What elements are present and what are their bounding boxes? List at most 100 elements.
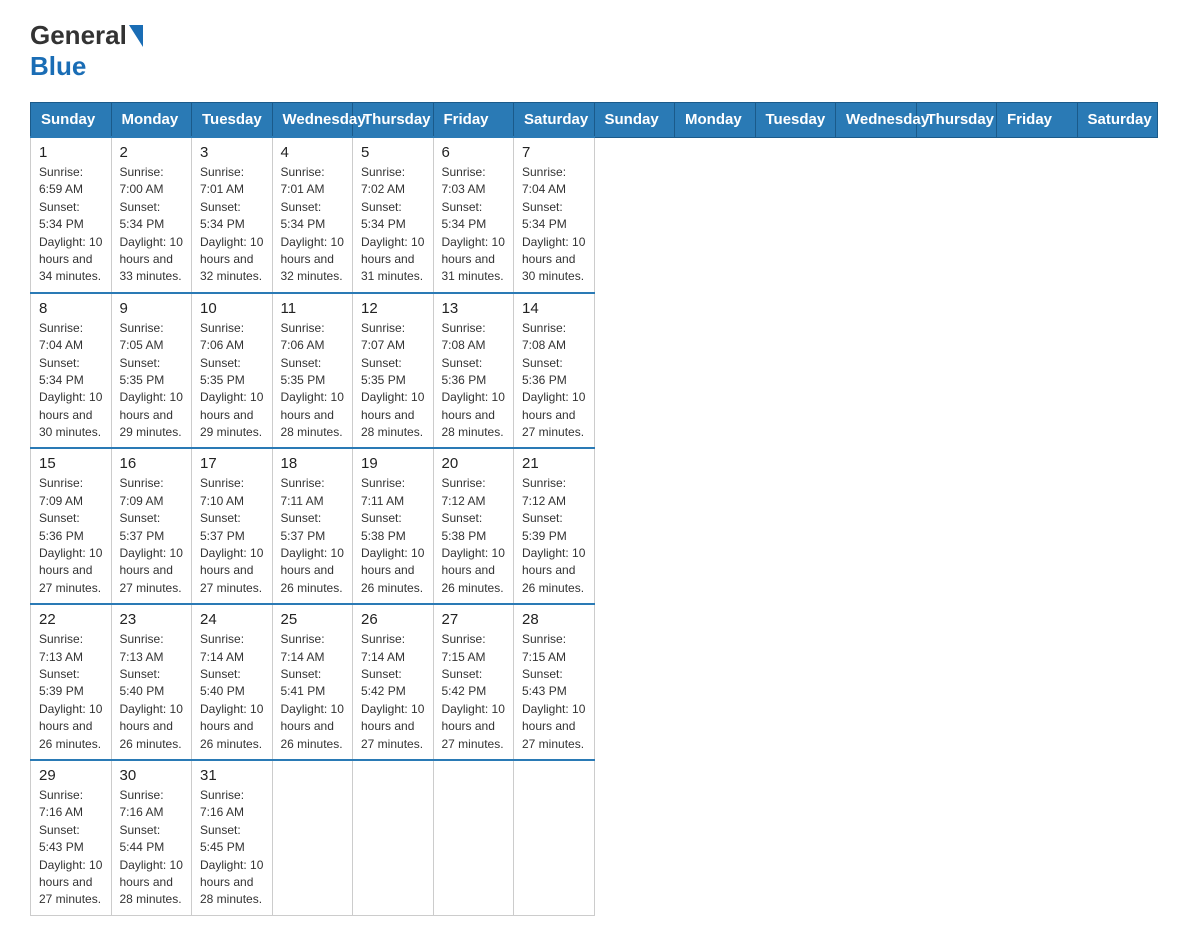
day-number: 28 <box>522 611 586 628</box>
day-number: 13 <box>442 300 506 317</box>
day-number: 15 <box>39 455 103 472</box>
calendar-cell <box>433 760 514 915</box>
header-thursday: Thursday <box>916 103 997 138</box>
calendar-cell: 4 Sunrise: 7:01 AMSunset: 5:34 PMDaylight… <box>272 137 353 293</box>
header-thursday: Thursday <box>353 103 434 138</box>
calendar-cell: 18 Sunrise: 7:11 AMSunset: 5:37 PMDayligh… <box>272 448 353 604</box>
day-number: 9 <box>120 300 184 317</box>
day-number: 23 <box>120 611 184 628</box>
calendar-cell: 17Sunrise: 7:10 AMSunset: 5:37 PMDayligh… <box>192 448 273 604</box>
day-info: Sunrise: 7:16 AMSunset: 5:44 PMDaylight:… <box>120 788 183 906</box>
day-info: Sunrise: 7:07 AMSunset: 5:35 PMDaylight:… <box>361 321 424 439</box>
day-number: 30 <box>120 767 184 784</box>
day-number: 10 <box>200 300 264 317</box>
calendar-cell: 13 Sunrise: 7:08 AMSunset: 5:36 PMDayligh… <box>433 293 514 449</box>
calendar-cell: 7 Sunrise: 7:04 AMSunset: 5:34 PMDaylight… <box>514 137 595 293</box>
logo: General Blue <box>30 20 145 82</box>
day-info: Sunrise: 7:16 AMSunset: 5:45 PMDaylight:… <box>200 788 263 906</box>
day-number: 21 <box>522 455 586 472</box>
day-info: Sunrise: 7:16 AMSunset: 5:43 PMDaylight:… <box>39 788 102 906</box>
calendar-cell: 2 Sunrise: 7:00 AMSunset: 5:34 PMDaylight… <box>111 137 192 293</box>
day-info: Sunrise: 7:06 AMSunset: 5:35 PMDaylight:… <box>200 321 263 439</box>
header-wednesday: Wednesday <box>836 103 917 138</box>
day-info: Sunrise: 7:14 AMSunset: 5:42 PMDaylight:… <box>361 632 424 750</box>
day-info: Sunrise: 7:08 AMSunset: 5:36 PMDaylight:… <box>522 321 585 439</box>
calendar-cell: 29Sunrise: 7:16 AMSunset: 5:43 PMDayligh… <box>31 760 112 915</box>
day-number: 8 <box>39 300 103 317</box>
calendar-cell <box>514 760 595 915</box>
day-info: Sunrise: 7:04 AMSunset: 5:34 PMDaylight:… <box>39 321 102 439</box>
day-number: 4 <box>281 144 345 161</box>
day-number: 25 <box>281 611 345 628</box>
logo-arrow-icon <box>129 25 143 47</box>
calendar-week-4: 22 Sunrise: 7:13 AMSunset: 5:39 PMDayligh… <box>31 604 1158 760</box>
calendar-cell: 12 Sunrise: 7:07 AMSunset: 5:35 PMDayligh… <box>353 293 434 449</box>
calendar-cell: 10 Sunrise: 7:06 AMSunset: 5:35 PMDayligh… <box>192 293 273 449</box>
day-info: Sunrise: 7:11 AMSunset: 5:37 PMDaylight:… <box>281 476 344 594</box>
day-info: Sunrise: 7:04 AMSunset: 5:34 PMDaylight:… <box>522 165 585 283</box>
calendar-cell: 20 Sunrise: 7:12 AMSunset: 5:38 PMDayligh… <box>433 448 514 604</box>
day-number: 7 <box>522 144 586 161</box>
day-number: 11 <box>281 300 345 317</box>
day-info: Sunrise: 7:15 AMSunset: 5:43 PMDaylight:… <box>522 632 585 750</box>
day-number: 24 <box>200 611 264 628</box>
calendar-cell: 21 Sunrise: 7:12 AMSunset: 5:39 PMDayligh… <box>514 448 595 604</box>
day-info: Sunrise: 7:08 AMSunset: 5:36 PMDaylight:… <box>442 321 505 439</box>
day-number: 27 <box>442 611 506 628</box>
day-info: Sunrise: 7:14 AMSunset: 5:40 PMDaylight:… <box>200 632 263 750</box>
calendar-week-3: 15Sunrise: 7:09 AMSunset: 5:36 PMDayligh… <box>31 448 1158 604</box>
day-number: 5 <box>361 144 425 161</box>
day-info: Sunrise: 7:13 AMSunset: 5:40 PMDaylight:… <box>120 632 183 750</box>
day-number: 1 <box>39 144 103 161</box>
day-number: 6 <box>442 144 506 161</box>
calendar-cell: 3Sunrise: 7:01 AMSunset: 5:34 PMDaylight… <box>192 137 273 293</box>
day-number: 12 <box>361 300 425 317</box>
calendar-cell: 22 Sunrise: 7:13 AMSunset: 5:39 PMDayligh… <box>31 604 112 760</box>
calendar-week-5: 29Sunrise: 7:16 AMSunset: 5:43 PMDayligh… <box>31 760 1158 915</box>
header-friday: Friday <box>997 103 1078 138</box>
header-saturday: Saturday <box>1077 103 1158 138</box>
day-number: 20 <box>442 455 506 472</box>
day-info: Sunrise: 7:11 AMSunset: 5:38 PMDaylight:… <box>361 476 424 594</box>
logo-blue-text: Blue <box>30 51 86 82</box>
calendar-cell: 23 Sunrise: 7:13 AMSunset: 5:40 PMDayligh… <box>111 604 192 760</box>
day-number: 16 <box>120 455 184 472</box>
calendar-cell: 27 Sunrise: 7:15 AMSunset: 5:42 PMDayligh… <box>433 604 514 760</box>
day-number: 3 <box>200 144 264 161</box>
day-info: Sunrise: 7:00 AMSunset: 5:34 PMDaylight:… <box>120 165 183 283</box>
header-friday: Friday <box>433 103 514 138</box>
calendar-header-row: SundayMondayTuesdayWednesdayThursdayFrid… <box>31 103 1158 138</box>
header-monday: Monday <box>111 103 192 138</box>
day-info: Sunrise: 7:14 AMSunset: 5:41 PMDaylight:… <box>281 632 344 750</box>
header-wednesday: Wednesday <box>272 103 353 138</box>
calendar-week-2: 8 Sunrise: 7:04 AMSunset: 5:34 PMDaylight… <box>31 293 1158 449</box>
day-info: Sunrise: 7:12 AMSunset: 5:38 PMDaylight:… <box>442 476 505 594</box>
calendar-table: SundayMondayTuesdayWednesdayThursdayFrid… <box>30 102 1158 916</box>
day-info: Sunrise: 7:06 AMSunset: 5:35 PMDaylight:… <box>281 321 344 439</box>
day-info: Sunrise: 7:12 AMSunset: 5:39 PMDaylight:… <box>522 476 585 594</box>
day-info: Sunrise: 7:03 AMSunset: 5:34 PMDaylight:… <box>442 165 505 283</box>
day-number: 22 <box>39 611 103 628</box>
calendar-cell: 14Sunrise: 7:08 AMSunset: 5:36 PMDayligh… <box>514 293 595 449</box>
logo-general-text: General <box>30 20 127 51</box>
calendar-cell: 31Sunrise: 7:16 AMSunset: 5:45 PMDayligh… <box>192 760 273 915</box>
header-sunday: Sunday <box>31 103 112 138</box>
day-info: Sunrise: 7:09 AMSunset: 5:37 PMDaylight:… <box>120 476 183 594</box>
calendar-cell: 26Sunrise: 7:14 AMSunset: 5:42 PMDayligh… <box>353 604 434 760</box>
calendar-cell: 1Sunrise: 6:59 AMSunset: 5:34 PMDaylight… <box>31 137 112 293</box>
day-info: Sunrise: 7:05 AMSunset: 5:35 PMDaylight:… <box>120 321 183 439</box>
day-info: Sunrise: 7:01 AMSunset: 5:34 PMDaylight:… <box>281 165 344 283</box>
calendar-cell: 11 Sunrise: 7:06 AMSunset: 5:35 PMDayligh… <box>272 293 353 449</box>
calendar-cell: 28 Sunrise: 7:15 AMSunset: 5:43 PMDayligh… <box>514 604 595 760</box>
day-info: Sunrise: 7:13 AMSunset: 5:39 PMDaylight:… <box>39 632 102 750</box>
calendar-cell: 19Sunrise: 7:11 AMSunset: 5:38 PMDayligh… <box>353 448 434 604</box>
calendar-cell: 24 Sunrise: 7:14 AMSunset: 5:40 PMDayligh… <box>192 604 273 760</box>
day-info: Sunrise: 7:15 AMSunset: 5:42 PMDaylight:… <box>442 632 505 750</box>
day-info: Sunrise: 7:02 AMSunset: 5:34 PMDaylight:… <box>361 165 424 283</box>
header-monday: Monday <box>675 103 756 138</box>
header-tuesday: Tuesday <box>755 103 836 138</box>
calendar-cell: 15Sunrise: 7:09 AMSunset: 5:36 PMDayligh… <box>31 448 112 604</box>
calendar-cell: 5 Sunrise: 7:02 AMSunset: 5:34 PMDaylight… <box>353 137 434 293</box>
day-number: 18 <box>281 455 345 472</box>
day-number: 2 <box>120 144 184 161</box>
